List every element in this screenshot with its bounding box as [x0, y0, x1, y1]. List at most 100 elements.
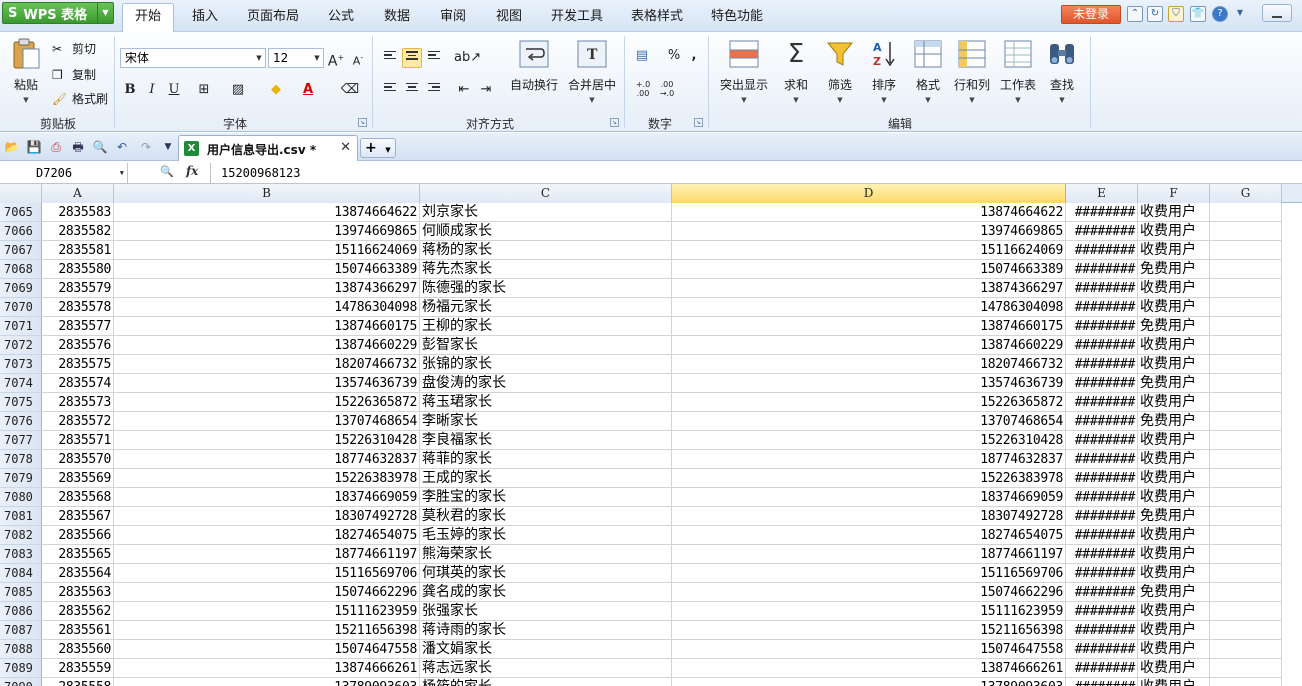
cell-a[interactable]: 2835582: [42, 222, 114, 241]
cell-g[interactable]: [1210, 507, 1282, 526]
chevron-down-icon[interactable]: ▼: [6, 96, 46, 104]
cell-d[interactable]: 13874660229: [672, 336, 1066, 355]
cell-f[interactable]: 收费用户: [1138, 659, 1210, 678]
cell-e[interactable]: ########: [1066, 222, 1138, 241]
cell-a[interactable]: 2835560: [42, 640, 114, 659]
row-header[interactable]: 7066: [0, 222, 42, 241]
row-header[interactable]: 7078: [0, 450, 42, 469]
thousands-separator-button[interactable]: ,: [684, 46, 704, 66]
cell-c[interactable]: 蒋诗雨的家长: [420, 621, 672, 640]
cell-c[interactable]: 蒋志远家长: [420, 659, 672, 678]
cell-f[interactable]: 收费用户: [1138, 488, 1210, 507]
percent-button[interactable]: %: [664, 46, 684, 66]
cell-b[interactable]: 13789093603: [114, 678, 420, 686]
cell-d[interactable]: 15226383978: [672, 469, 1066, 488]
close-icon[interactable]: ✕: [340, 140, 351, 155]
cell-e[interactable]: ########: [1066, 374, 1138, 393]
cell-a[interactable]: 2835578: [42, 298, 114, 317]
cell-b[interactable]: 15116569706: [114, 564, 420, 583]
cell-d[interactable]: 15116569706: [672, 564, 1066, 583]
cell-c[interactable]: 何琪英的家长: [420, 564, 672, 583]
chevron-down-icon[interactable]: ▼: [253, 49, 265, 67]
print-preview-icon[interactable]: 🔍: [92, 139, 108, 155]
cell-g[interactable]: [1210, 412, 1282, 431]
cell-g[interactable]: [1210, 393, 1282, 412]
cell-b[interactable]: 13974669865: [114, 222, 420, 241]
cell-e[interactable]: ########: [1066, 602, 1138, 621]
chevron-down-icon[interactable]: ▼: [120, 163, 124, 183]
cell-e[interactable]: ########: [1066, 431, 1138, 450]
row-header[interactable]: 7082: [0, 526, 42, 545]
cell-d[interactable]: 18374669059: [672, 488, 1066, 507]
row-header[interactable]: 7068: [0, 260, 42, 279]
cell-d[interactable]: 14786304098: [672, 298, 1066, 317]
cell-g[interactable]: [1210, 545, 1282, 564]
cell-f[interactable]: 免费用户: [1138, 412, 1210, 431]
select-all-corner[interactable]: [0, 184, 42, 203]
cell-a[interactable]: 2835577: [42, 317, 114, 336]
column-header-c[interactable]: C: [420, 184, 672, 203]
new-tab-button[interactable]: + ▼: [360, 138, 396, 158]
chevron-down-icon[interactable]: ▼: [1042, 96, 1082, 104]
clear-format-icon[interactable]: ⌫: [340, 80, 360, 100]
cell-f[interactable]: 收费用户: [1138, 621, 1210, 640]
cell-d[interactable]: 18207466732: [672, 355, 1066, 374]
cell-e[interactable]: ########: [1066, 564, 1138, 583]
cell-g[interactable]: [1210, 279, 1282, 298]
document-tab[interactable]: X 用户信息导出.csv * ✕: [178, 135, 358, 161]
italic-button[interactable]: I: [142, 80, 162, 100]
cell-e[interactable]: ########: [1066, 526, 1138, 545]
row-header[interactable]: 7084: [0, 564, 42, 583]
cell-b[interactable]: 13874366297: [114, 279, 420, 298]
cell-e[interactable]: ########: [1066, 469, 1138, 488]
decrease-indent-icon[interactable]: ⇤: [454, 80, 474, 100]
chevron-down-icon[interactable]: ▼: [820, 96, 860, 104]
cell-g[interactable]: [1210, 469, 1282, 488]
chevron-down-icon[interactable]: ▼: [864, 96, 904, 104]
cell-a[interactable]: 2835559: [42, 659, 114, 678]
cell-d[interactable]: 13874366297: [672, 279, 1066, 298]
cell-a[interactable]: 2835574: [42, 374, 114, 393]
cell-c[interactable]: 蒋玉珺家长: [420, 393, 672, 412]
cell-c[interactable]: 彭智家长: [420, 336, 672, 355]
cell-c[interactable]: 李晰家长: [420, 412, 672, 431]
tab-home[interactable]: 开始: [122, 3, 174, 33]
cell-f[interactable]: 收费用户: [1138, 203, 1210, 222]
cell-d[interactable]: 18774632837: [672, 450, 1066, 469]
cell-c[interactable]: 陈德强的家长: [420, 279, 672, 298]
cell-g[interactable]: [1210, 488, 1282, 507]
cell-a[interactable]: 2835563: [42, 583, 114, 602]
cell-f[interactable]: 收费用户: [1138, 222, 1210, 241]
chevron-down-icon[interactable]: ▼: [97, 3, 113, 23]
cell-c[interactable]: 杨筱的家长: [420, 678, 672, 686]
chevron-down-icon[interactable]: ▼: [385, 146, 390, 154]
cell-f[interactable]: 收费用户: [1138, 279, 1210, 298]
cell-d[interactable]: 13874666261: [672, 659, 1066, 678]
cell-f[interactable]: 收费用户: [1138, 298, 1210, 317]
cell-c[interactable]: 杨福元家长: [420, 298, 672, 317]
cell-g[interactable]: [1210, 640, 1282, 659]
cell-a[interactable]: 2835568: [42, 488, 114, 507]
cell-c[interactable]: 李良福家长: [420, 431, 672, 450]
cell-a[interactable]: 2835566: [42, 526, 114, 545]
cell-c[interactable]: 李胜宝的家长: [420, 488, 672, 507]
print-icon[interactable]: 🖶: [70, 139, 86, 155]
collapse-ribbon-icon[interactable]: ⌃: [1127, 6, 1143, 22]
format-painter-button[interactable]: 🖌 格式刷: [52, 90, 108, 107]
cell-d[interactable]: 15074663389: [672, 260, 1066, 279]
cell-g[interactable]: [1210, 374, 1282, 393]
number-dialog-launcher-icon[interactable]: ↘: [694, 118, 703, 127]
row-header[interactable]: 7090: [0, 678, 42, 686]
tab-developer[interactable]: 开发工具: [542, 4, 612, 30]
row-header[interactable]: 7083: [0, 545, 42, 564]
cell-g[interactable]: [1210, 317, 1282, 336]
row-header[interactable]: 7077: [0, 431, 42, 450]
zoom-formula-icon[interactable]: 🔍: [160, 165, 174, 178]
rows-columns-button[interactable]: 行和列 ▼: [950, 38, 994, 104]
cell-d[interactable]: 13789093603: [672, 678, 1066, 686]
filter-button[interactable]: 筛选 ▼: [820, 38, 860, 104]
cell-g[interactable]: [1210, 564, 1282, 583]
cell-d[interactable]: 13574636739: [672, 374, 1066, 393]
cell-c[interactable]: 张锦的家长: [420, 355, 672, 374]
cell-f[interactable]: 收费用户: [1138, 545, 1210, 564]
